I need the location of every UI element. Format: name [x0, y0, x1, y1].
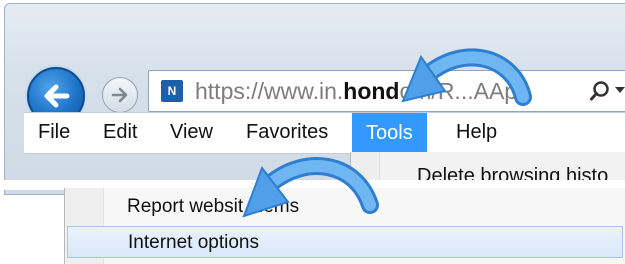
- url-prefix: https://www.in.: [195, 78, 344, 104]
- search-icon[interactable]: [589, 80, 611, 102]
- forward-arrow-icon: [111, 87, 128, 103]
- annotation-arrow-icon: [242, 157, 379, 218]
- menu-item-label: Internet options: [128, 232, 259, 253]
- url-domain: hond: [343, 78, 400, 104]
- address-bar[interactable]: N https://www.in.hondom/R...AApp: [148, 70, 625, 112]
- site-favicon-icon: N: [161, 80, 183, 102]
- menu-file[interactable]: File: [38, 121, 70, 144]
- menu-favorites[interactable]: Favorites: [246, 121, 328, 144]
- screenshot-stage: N https://www.in.hondom/R...AApp File Ed…: [0, 0, 625, 264]
- annotation-arrow-icon: [401, 48, 532, 106]
- forward-button[interactable]: [102, 77, 138, 113]
- menu-edit[interactable]: Edit: [103, 121, 137, 144]
- menu-view[interactable]: View: [170, 121, 213, 144]
- back-arrow-icon: [44, 84, 70, 108]
- chevron-down-icon[interactable]: [615, 87, 625, 93]
